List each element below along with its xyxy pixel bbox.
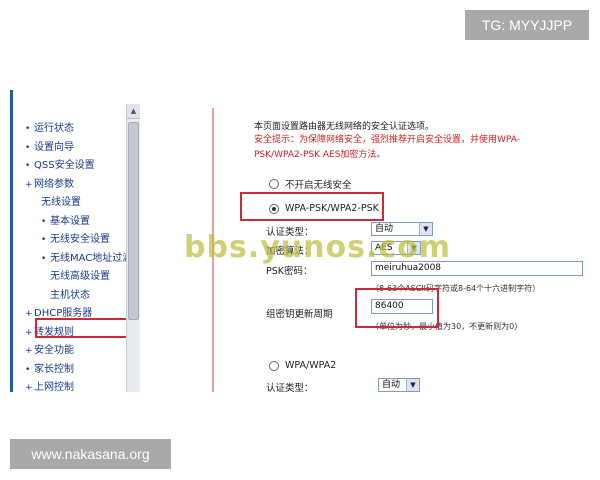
auth-type2-label: 认证类型： (266, 383, 314, 392)
sidebar-item-network[interactable]: +网络参数 (25, 176, 132, 195)
plus-icon: + (25, 309, 33, 319)
highlight-box-group-key (355, 288, 439, 328)
sidebar-scrollbar[interactable]: ▲ (126, 104, 140, 392)
page-intro: 本页面设置路由器无线网络的安全认证选项。 (254, 122, 435, 132)
plus-icon: + (25, 179, 33, 190)
plus-icon: + (25, 327, 33, 338)
scroll-thumb[interactable] (128, 122, 139, 320)
chevron-down-icon[interactable]: ▼ (406, 379, 419, 391)
group-key-label: 组密钥更新周期 (266, 309, 333, 320)
bullet-icon: • (41, 253, 47, 264)
bullet-icon: • (25, 161, 31, 171)
bullet-icon: • (25, 364, 31, 375)
sidebar-item-wizard[interactable]: • 设置向导 (25, 139, 132, 158)
plus-icon: + (25, 383, 33, 392)
sidebar-item-basic[interactable]: • 基本设置 (25, 213, 132, 232)
bullet-icon: • (25, 124, 31, 134)
psk-label: PSK密码： (266, 266, 313, 277)
bullet-icon: • (41, 216, 47, 227)
sidebar-item-wireless[interactable]: 无线设置 (25, 194, 132, 213)
sidebar: • 运行状态 • 设置向导 • QSS安全设置 +网络参数 无线设置 • 基本设置 • 无… (10, 90, 140, 392)
highlight-box-wpa-option (240, 192, 384, 221)
radio-wpa-wpa2[interactable]: WPA/WPA2 (269, 360, 336, 371)
scroll-up-icon[interactable]: ▲ (127, 104, 140, 119)
watermark-text: bbs.yunos.com (184, 230, 451, 265)
sidebar-item-parental[interactable]: • 家长控制 (25, 361, 132, 380)
sidebar-item-access-control[interactable]: +上网控制 (25, 379, 132, 392)
highlight-box-nav (35, 318, 128, 338)
radio-button-icon[interactable] (269, 179, 279, 189)
security-warning: 安全提示：为保障网络安全，强烈推荐开启安全设置，并使用WPA- PSK/WPA2… (254, 135, 520, 160)
radio-no-security[interactable]: 不开启无线安全 (269, 177, 352, 191)
auth-type2-select[interactable]: 自动 ▼ (378, 378, 420, 392)
sidebar-item-wireless-advanced[interactable]: 无线高级设置 (25, 268, 132, 287)
radio-button-icon[interactable] (269, 360, 279, 371)
sidebar-item-mac-filter[interactable]: • 无线MAC地址过滤 (25, 250, 132, 269)
tg-badge: TG: MYYJJPP (465, 10, 589, 40)
bullet-icon: • (41, 235, 47, 245)
sidebar-item-host-status[interactable]: 主机状态 (25, 287, 132, 306)
plus-icon: + (25, 346, 33, 356)
sidebar-menu: • 运行状态 • 设置向导 • QSS安全设置 +网络参数 无线设置 • 基本设置 • 无… (25, 120, 132, 392)
sidebar-item-wireless-security[interactable]: • 无线安全设置 (25, 231, 132, 250)
sidebar-item-security[interactable]: +安全功能 (25, 342, 132, 361)
bullet-icon: • (25, 142, 31, 153)
sidebar-item-status[interactable]: • 运行状态 (25, 120, 132, 139)
sidebar-item-qss[interactable]: • QSS安全设置 (25, 157, 132, 176)
site-badge: www.nakasana.org (10, 439, 171, 469)
